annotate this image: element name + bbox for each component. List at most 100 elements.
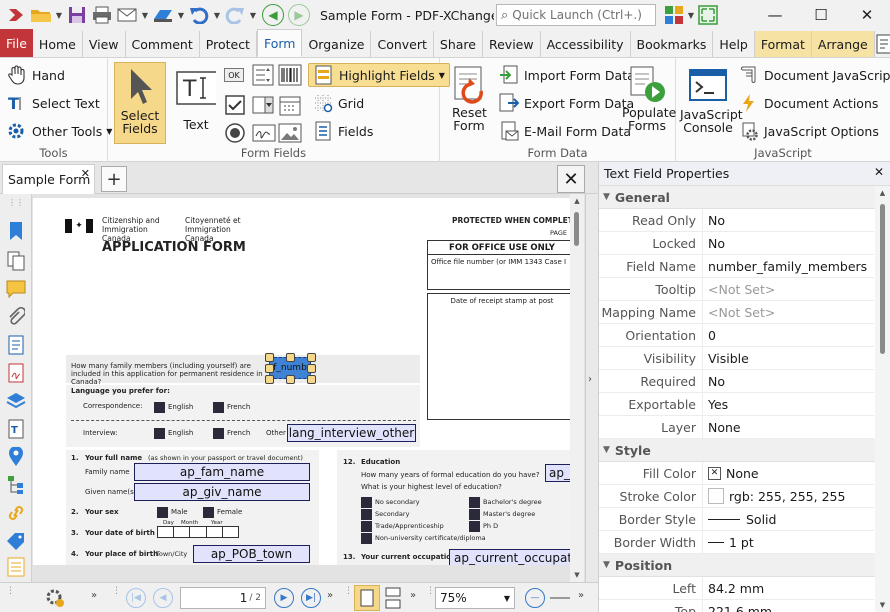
previous-page-button[interactable]: ◀ [153,588,173,608]
tab-convert[interactable]: Convert [371,31,434,57]
zoom-slider[interactable] [550,597,570,599]
email-icon[interactable] [115,3,139,27]
signatures-icon[interactable] [5,362,27,384]
forward-icon[interactable]: ▶ [288,4,310,26]
checkbox-field[interactable] [154,402,165,413]
occupation-field[interactable]: ap_current_occupatio [449,549,570,565]
print-icon[interactable] [90,3,114,27]
education-years-field[interactable]: ap_y [545,464,570,482]
comments-icon[interactable] [5,278,27,300]
other-tools-button[interactable]: Other Tools ▼ [6,120,112,142]
resize-handle[interactable] [307,375,316,384]
reset-form-button[interactable]: Reset Form [444,64,494,132]
property-row[interactable]: Field Name number_family_members [599,254,874,278]
tree-icon[interactable] [5,474,27,496]
properties-icon[interactable] [875,31,890,57]
checkbox-field[interactable] [361,509,372,520]
chevron-down-icon[interactable]: ▼ [176,11,186,20]
document-tab[interactable]: Sample Form ✕ [2,164,95,194]
javascript-options-button[interactable]: JavaScript Options [738,120,879,142]
maximize-icon[interactable]: ☐ [798,0,844,30]
close-icon[interactable]: ✕ [81,167,90,180]
tab-accessibility[interactable]: Accessibility [541,31,631,57]
layers-icon[interactable] [5,390,27,412]
close-icon[interactable]: ✕ [844,0,890,30]
panel-scrollbar[interactable]: ▲ ▼ [875,186,890,612]
quick-launch-input[interactable]: ⌕ Quick Launch (Ctrl+.) [496,4,656,26]
next-page-button[interactable]: ▶ [274,588,294,608]
resize-handle[interactable] [265,353,274,362]
email-form-data-button[interactable]: E-Mail Form Data [498,120,631,142]
property-row[interactable]: Visibility Visible [599,346,874,370]
scan-icon[interactable] [151,3,175,27]
checkbox-field[interactable] [361,521,372,532]
new-tab-button[interactable]: + [101,166,127,192]
grip-icon[interactable]: ⋮⋮ [5,196,27,208]
property-row[interactable]: Exportable Yes [599,392,874,416]
checkbox-field[interactable] [157,507,168,518]
scroll-thumb[interactable] [880,204,885,354]
ok-button-field-icon[interactable]: OK [224,68,244,82]
options-gear-icon[interactable] [44,587,66,612]
checkbox-field[interactable] [203,507,214,518]
document-actions-button[interactable]: Document Actions [738,92,878,114]
back-icon[interactable]: ◀ [262,4,284,26]
date-of-birth-field[interactable] [157,526,239,538]
tab-file[interactable]: File [0,29,33,57]
scroll-down-icon[interactable]: ▼ [570,568,584,582]
continuous-view-icon[interactable] [384,587,402,612]
location-pin-icon[interactable] [5,446,27,468]
tag-icon[interactable] [5,530,27,552]
property-row[interactable]: Required No [599,369,874,393]
chevron-down-icon[interactable]: ▼ [54,11,64,20]
chevron-double-down-icon[interactable]: » [327,590,333,601]
barcode-icon[interactable] [278,64,302,89]
checkbox-field[interactable] [469,521,480,532]
checkbox-field[interactable] [213,402,224,413]
property-row[interactable]: Border Width 1 pt [599,530,874,554]
property-row[interactable]: Top 221.6 mm [599,599,874,612]
property-row[interactable]: Read Only No [599,208,874,232]
property-row[interactable]: Mapping Name <Not Set> [599,300,874,324]
scroll-thumb[interactable] [574,212,579,246]
palette-icon[interactable] [662,3,686,27]
populate-forms-button[interactable]: Populate Forms [620,64,676,132]
zoom-out-button[interactable]: — [525,588,545,608]
chevron-down-icon[interactable]: ▼ [140,11,150,20]
section-general[interactable]: ▼ General [599,186,890,209]
fields-button[interactable]: Fields [312,120,373,142]
fullscreen-icon[interactable] [696,3,720,27]
chevron-down-icon[interactable]: ▼ [248,11,258,20]
single-page-view-icon[interactable] [354,585,380,611]
select-fields-button[interactable]: Select Fields [114,62,166,144]
checkbox-field[interactable] [154,428,165,439]
document-javascript-button[interactable]: Document JavaScript [738,64,890,86]
resize-handle[interactable] [286,353,295,362]
resize-handle[interactable] [265,375,274,384]
tab-home[interactable]: Home [33,31,83,57]
combo-box-icon[interactable] [252,94,274,119]
page-number-input[interactable]: 1/ 2 [180,587,266,609]
redo-icon[interactable] [223,3,247,27]
property-row[interactable]: Stroke Color rgb: 255, 255, 255 [599,484,874,508]
tab-protect[interactable]: Protect [200,31,257,57]
undo-icon[interactable] [187,3,211,27]
javascript-console-button[interactable]: JavaScript Console [680,66,743,134]
close-icon[interactable]: ✕ [874,165,884,179]
tab-form[interactable]: Form [256,29,303,57]
tab-review[interactable]: Review [483,31,541,57]
content-icon[interactable]: T [5,418,27,440]
resize-handle[interactable] [265,364,274,373]
place-of-birth-field[interactable]: ap_POB_town [193,545,310,563]
tab-share[interactable]: Share [434,31,483,57]
scroll-up-icon[interactable]: ▲ [570,194,584,208]
chevron-right-icon[interactable]: › [588,374,592,385]
first-page-button[interactable]: |◀ [126,588,146,608]
scroll-up-icon[interactable]: ▲ [875,186,890,200]
resize-handle[interactable] [307,364,316,373]
checkbox-field[interactable] [469,509,480,520]
chevron-down-icon[interactable]: ▼ [212,11,222,20]
property-row[interactable]: Locked No [599,231,874,255]
property-row[interactable]: Fill Color ✕ None [599,461,874,485]
tab-comment[interactable]: Comment [126,31,200,57]
